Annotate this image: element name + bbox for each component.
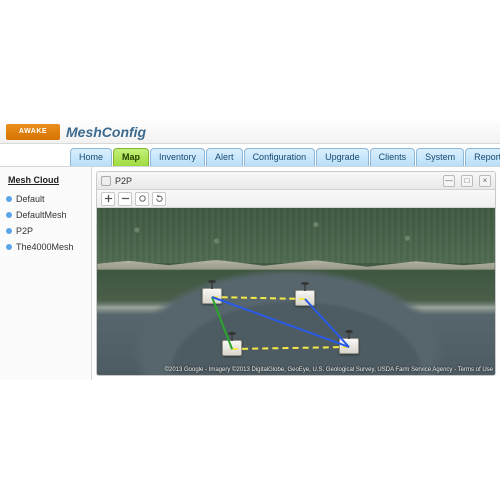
- refresh-icon[interactable]: [152, 192, 166, 206]
- app-title: MeshConfig: [66, 124, 146, 140]
- antenna-icon: [208, 280, 216, 283]
- main-area: P2P — □ × ©2013 Google - Imagery ©2013 D…: [92, 167, 500, 380]
- sidebar-item-p2p[interactable]: P2P: [4, 223, 87, 239]
- map-attribution: ©2013 Google - Imagery ©2013 DigitalGlob…: [165, 367, 493, 373]
- zoom-out-icon[interactable]: [118, 192, 132, 206]
- sidebar-item-default[interactable]: Default: [4, 191, 87, 207]
- sidebar-item-label: The4000Mesh: [16, 242, 74, 252]
- tab-inventory[interactable]: Inventory: [150, 148, 205, 166]
- workspace: Mesh Cloud Default DefaultMesh P2P The4000M…: [0, 166, 500, 380]
- tab-clients[interactable]: Clients: [370, 148, 416, 166]
- map-water: [97, 271, 495, 375]
- tab-configuration[interactable]: Configuration: [244, 148, 316, 166]
- node-dot-icon: [6, 212, 12, 218]
- pin-icon[interactable]: [101, 176, 111, 186]
- pan-icon[interactable]: [135, 192, 149, 206]
- tab-report[interactable]: Report: [465, 148, 500, 166]
- tab-home[interactable]: Home: [70, 148, 112, 166]
- map-panel: P2P — □ × ©2013 Google - Imagery ©2013 D…: [96, 171, 496, 376]
- sidebar-item-label: P2P: [16, 226, 33, 236]
- tab-alert[interactable]: Alert: [206, 148, 243, 166]
- sidebar-item-defaultmesh[interactable]: DefaultMesh: [4, 207, 87, 223]
- header-bar: AWAKE MeshConfig: [0, 120, 500, 144]
- antenna-icon: [228, 332, 236, 335]
- main-tabbar: HomeMapInventoryAlertConfigurationUpgrad…: [0, 144, 500, 166]
- map-toolbar: [97, 190, 495, 208]
- brand-logo: AWAKE: [6, 124, 60, 140]
- sidebar: Mesh Cloud Default DefaultMesh P2P The4000M…: [0, 167, 92, 380]
- map-land: [97, 208, 495, 263]
- satellite-map[interactable]: ©2013 Google - Imagery ©2013 DigitalGlob…: [97, 208, 495, 375]
- app-window: AWAKE MeshConfig HomeMapInventoryAlertCo…: [0, 120, 500, 380]
- tab-upgrade[interactable]: Upgrade: [316, 148, 369, 166]
- panel-header: P2P — □ ×: [97, 172, 495, 190]
- sidebar-item-the4000mesh[interactable]: The4000Mesh: [4, 239, 87, 255]
- sidebar-item-label: DefaultMesh: [16, 210, 67, 220]
- tab-map[interactable]: Map: [113, 148, 149, 166]
- sidebar-item-label: Default: [16, 194, 45, 204]
- node-dot-icon: [6, 228, 12, 234]
- collapse-button[interactable]: —: [443, 175, 455, 187]
- close-button[interactable]: ×: [479, 175, 491, 187]
- node-dot-icon: [6, 244, 12, 250]
- antenna-icon: [301, 282, 309, 285]
- node-dot-icon: [6, 196, 12, 202]
- zoom-in-icon[interactable]: [101, 192, 115, 206]
- tab-system[interactable]: System: [416, 148, 464, 166]
- maximize-button[interactable]: □: [461, 175, 473, 187]
- sidebar-title: Mesh Cloud: [8, 175, 87, 185]
- panel-title: P2P: [115, 176, 437, 186]
- antenna-icon: [345, 330, 353, 333]
